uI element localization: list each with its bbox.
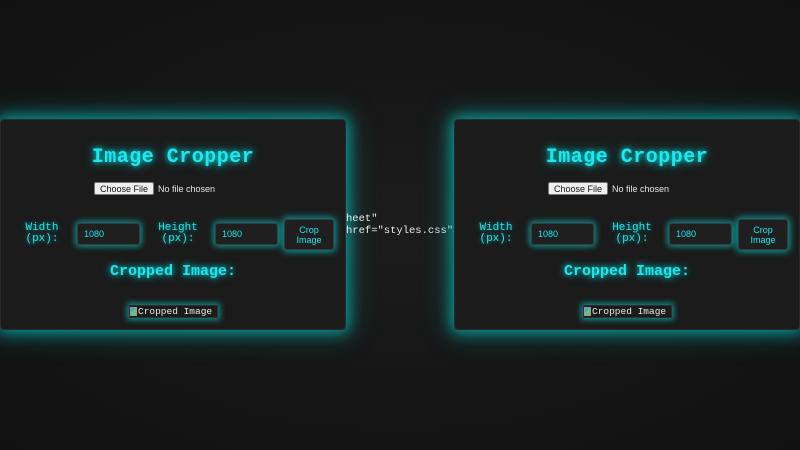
broken-image-icon: [584, 307, 591, 316]
image-cropper-panel-left: Image Cropper Choose File No file chosen…: [0, 119, 346, 330]
crop-button-line1: Crop: [753, 224, 773, 235]
file-input[interactable]: Choose File No file chosen: [548, 182, 669, 195]
cropped-image-heading: Cropped Image:: [109, 263, 237, 280]
crop-button-line2: Image: [750, 234, 776, 245]
height-label: Height (px):: [155, 223, 201, 245]
choose-file-button[interactable]: Choose File: [94, 182, 155, 195]
height-input[interactable]: [669, 223, 732, 245]
stray-source-text: heet" href="styles.css">: [346, 213, 459, 237]
width-input[interactable]: [531, 223, 594, 245]
choose-file-button[interactable]: Choose File: [548, 182, 609, 195]
cropped-image: Cropped Image: [129, 305, 218, 318]
width-label: Width (px):: [475, 223, 517, 245]
crop-image-button[interactable]: Crop Image: [284, 219, 334, 250]
crop-button-line1: Crop: [299, 224, 319, 235]
crop-button-line2: Image: [296, 234, 322, 245]
cropped-image: Cropped Image: [583, 305, 672, 318]
stray-text-line2: href="styles.css">: [346, 225, 460, 237]
broken-image-icon: [130, 307, 137, 316]
crop-image-button[interactable]: Crop Image: [738, 219, 788, 250]
height-label: Height (px):: [609, 223, 655, 245]
cropped-image-heading: Cropped Image:: [563, 263, 691, 280]
width-label-line2: (px):: [479, 233, 513, 245]
file-status-text: No file chosen: [158, 183, 216, 194]
page-title: Image Cropper: [545, 146, 709, 169]
width-label: Width (px):: [21, 223, 63, 245]
file-status-text: No file chosen: [612, 183, 670, 194]
height-label-line2: (px):: [161, 233, 195, 245]
height-label-line2: (px):: [615, 233, 649, 245]
width-input[interactable]: [77, 223, 140, 245]
cropped-image-alt-text: Cropped Image: [592, 306, 667, 317]
crop-controls: Width (px): Height (px): Crop Image: [1, 218, 345, 252]
file-input[interactable]: Choose File No file chosen: [94, 182, 215, 195]
crop-controls: Width (px): Height (px): Crop Image: [455, 218, 799, 252]
cropped-image-alt-text: Cropped Image: [138, 306, 213, 317]
width-label-line2: (px):: [25, 233, 59, 245]
image-cropper-panel-right: Image Cropper Choose File No file chosen…: [454, 119, 800, 330]
stray-text-line1: heet": [346, 213, 378, 225]
height-input[interactable]: [215, 223, 278, 245]
page-title: Image Cropper: [91, 146, 255, 169]
